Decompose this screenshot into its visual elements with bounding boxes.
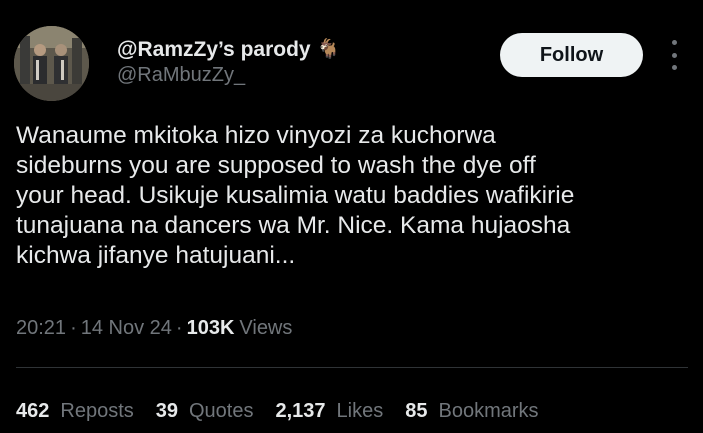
tweet-text: Wanaume mkitoka hizo vinyozi za kuchorwa… — [16, 121, 688, 271]
meta-separator: · — [70, 317, 77, 339]
tweet-detail: @RamzZy’s parody 🐐 @RaMbuzZy_ Follow Wan… — [0, 0, 703, 433]
bookmarks-count: 85 — [405, 400, 428, 422]
tweet-line: tunajuana na dancers wa Mr. Nice. Kama h… — [16, 212, 571, 239]
likes-label: Likes — [336, 400, 384, 422]
tweet-meta: 20:21 · 14 Nov 24 · 103K Views — [16, 314, 292, 342]
avatar-photo — [14, 26, 89, 101]
tweet-line: Wanaume mkitoka hizo vinyozi za kuchorwa — [16, 122, 496, 149]
more-dot — [671, 40, 677, 45]
author-info: @RamzZy’s parody 🐐 @RaMbuzZy_ — [117, 38, 340, 87]
user-handle[interactable]: @RaMbuzZy_ — [117, 63, 340, 87]
tweet-line: sideburns you are supposed to wash the d… — [16, 152, 536, 179]
tweet-line: your head. Usikuje kusalimia watu baddie… — [16, 182, 575, 209]
display-name-text: @RamzZy’s parody — [117, 38, 311, 61]
reposts-stat[interactable]: 462 Reposts — [16, 397, 134, 425]
avatar[interactable] — [14, 26, 89, 101]
more-options-icon[interactable] — [664, 40, 684, 70]
goat-icon: 🐐 — [316, 39, 341, 60]
more-dot — [671, 52, 677, 58]
reposts-label: Reposts — [60, 400, 134, 422]
more-dot — [671, 65, 677, 70]
bookmarks-label: Bookmarks — [438, 400, 539, 422]
quotes-label: Quotes — [189, 400, 254, 422]
tweet-date[interactable]: 14 Nov 24 — [81, 314, 172, 342]
quotes-count: 39 — [155, 400, 178, 422]
bookmarks-stat[interactable]: 85 Bookmarks — [405, 397, 538, 425]
display-name[interactable]: @RamzZy’s parody 🐐 — [117, 38, 340, 62]
meta-separator: · — [175, 317, 183, 339]
reposts-count: 462 — [16, 400, 50, 422]
quotes-stat[interactable]: 39 Quotes — [156, 397, 254, 425]
likes-count: 2,137 — [275, 400, 326, 422]
likes-stat[interactable]: 2,137 Likes — [275, 397, 383, 425]
tweet-line: kichwa jifanye hatujuani... — [16, 242, 296, 269]
follow-button[interactable]: Follow — [500, 33, 643, 77]
engagement-stats: 462 Reposts 39 Quotes 2,137 Likes 85 Boo… — [16, 397, 561, 425]
divider — [16, 367, 688, 368]
views-count: 103K — [186, 317, 235, 339]
tweet-time[interactable]: 20:21 — [16, 314, 66, 342]
views-label: Views — [239, 317, 293, 339]
